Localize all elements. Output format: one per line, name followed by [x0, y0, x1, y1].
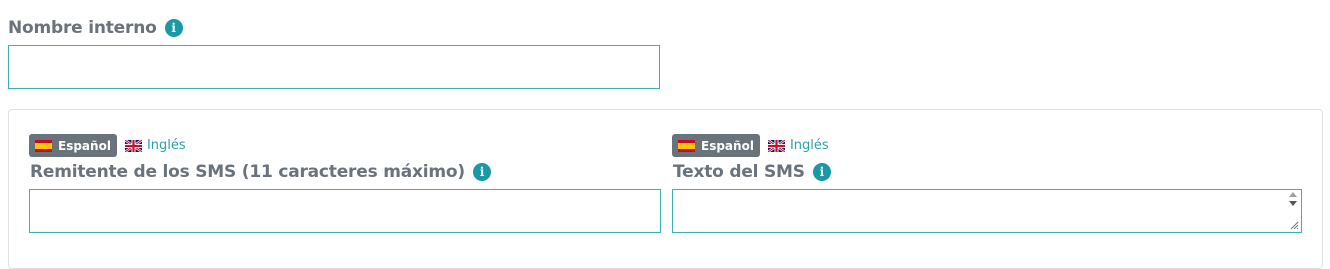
info-icon[interactable]: i [812, 163, 831, 181]
info-icon[interactable]: i [472, 163, 491, 181]
sender-tab-english-label: Inglés [146, 138, 186, 153]
sms-text-tab-english-label: Inglés [789, 138, 829, 153]
textarea-scrollbar[interactable] [1287, 192, 1299, 206]
sender-tab-spanish[interactable]: Español [29, 134, 117, 157]
sender-tab-english[interactable]: Inglés [124, 138, 186, 153]
flag-uk-icon [124, 139, 142, 152]
sms-text-tab-spanish-label: Español [701, 138, 754, 153]
internal-name-label: Nombre interno i [8, 18, 183, 38]
sender-language-tabs: Español Inglés [29, 134, 186, 157]
sms-text-tab-spanish[interactable]: Español [672, 134, 760, 157]
info-icon[interactable]: i [164, 19, 183, 37]
flag-uk-icon [767, 139, 785, 152]
resize-grip-icon[interactable] [1290, 221, 1299, 230]
flag-es-icon [678, 139, 695, 152]
sender-label: Remitente de los SMS (11 caracteres máxi… [30, 162, 491, 182]
sender-label-text: Remitente de los SMS (11 caracteres máxi… [30, 162, 465, 182]
internal-name-label-text: Nombre interno [8, 18, 157, 38]
scroll-up-arrow-icon[interactable] [1289, 192, 1297, 197]
sender-input[interactable] [29, 189, 661, 233]
flag-es-icon [35, 139, 52, 152]
sms-text-label: Texto del SMS i [673, 162, 831, 182]
internal-name-input[interactable] [8, 45, 660, 89]
sms-text-label-text: Texto del SMS [673, 162, 805, 182]
sms-text-tab-english[interactable]: Inglés [767, 138, 829, 153]
sms-text-textarea[interactable] [672, 189, 1302, 233]
sms-translations-panel: Español Inglés Remitente de los SMS (11 … [8, 109, 1323, 269]
sender-tab-spanish-label: Español [58, 138, 111, 153]
scroll-down-arrow-icon[interactable] [1289, 201, 1297, 206]
sms-text-language-tabs: Español Inglés [672, 134, 829, 157]
